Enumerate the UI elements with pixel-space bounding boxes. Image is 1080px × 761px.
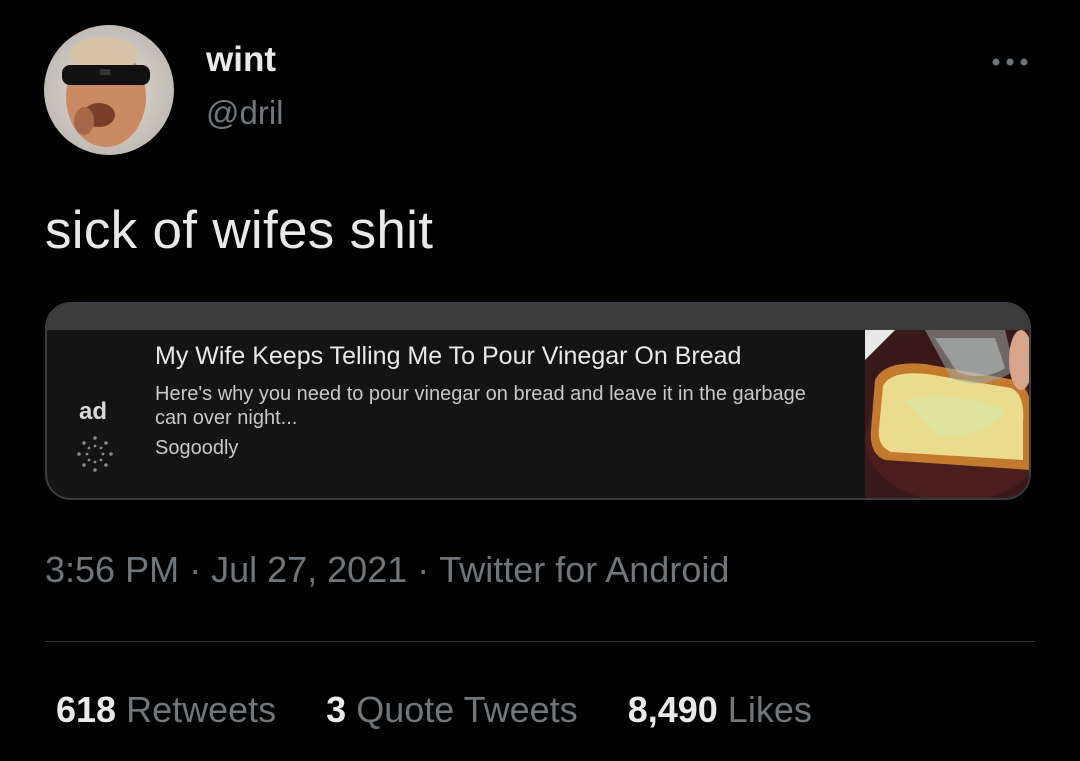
- retweets-label: Retweets: [126, 689, 277, 730]
- tweet-timestamp: 3:56 PM · Jul 27, 2021 · Twitter for Android: [45, 549, 729, 591]
- quote-tweets-count: 3: [326, 689, 347, 730]
- avatar-photo-icon: [44, 25, 174, 155]
- ad-description: Here's why you need to pour vinegar on b…: [155, 383, 806, 429]
- bread-vinegar-icon: [865, 330, 1029, 498]
- ad-label: ad: [79, 398, 108, 425]
- ad-thumbnail-image: [865, 330, 1029, 498]
- tweet-text: sick of wifes shit: [45, 201, 434, 260]
- meta-separator: ·: [417, 549, 430, 590]
- embedded-ad-card[interactable]: ad My Wife Keeps Telling Me To Pour Vine…: [45, 302, 1031, 500]
- quote-tweets-stat[interactable]: 3 Quote Tweets: [326, 689, 578, 731]
- meta-separator: ·: [189, 549, 202, 590]
- retweets-stat[interactable]: 618 Retweets: [56, 689, 276, 731]
- stats-divider: [45, 641, 1035, 642]
- tweet-time: 3:56 PM: [45, 549, 180, 590]
- embed-top-bar: [47, 304, 1029, 330]
- retweets-count: 618: [56, 689, 117, 730]
- tweet-client-link[interactable]: Twitter for Android: [439, 549, 729, 590]
- author-avatar[interactable]: [44, 25, 174, 155]
- likes-stat[interactable]: 8,490 Likes: [628, 689, 812, 731]
- spinner-icon: [75, 434, 115, 474]
- ad-source: Sogoodly: [155, 437, 239, 459]
- ad-title: My Wife Keeps Telling Me To Pour Vinegar…: [155, 342, 742, 370]
- likes-count: 8,490: [627, 689, 718, 730]
- author-handle[interactable]: @dril: [206, 94, 284, 132]
- tweet-date: Jul 27, 2021: [211, 549, 408, 590]
- author-display-name[interactable]: wint: [206, 40, 276, 80]
- likes-label: Likes: [727, 689, 812, 730]
- tweet-stats: 618 Retweets 3 Quote Tweets 8,490 Likes: [56, 689, 862, 731]
- more-options-icon[interactable]: [988, 42, 1032, 82]
- quote-tweets-label: Quote Tweets: [356, 689, 578, 730]
